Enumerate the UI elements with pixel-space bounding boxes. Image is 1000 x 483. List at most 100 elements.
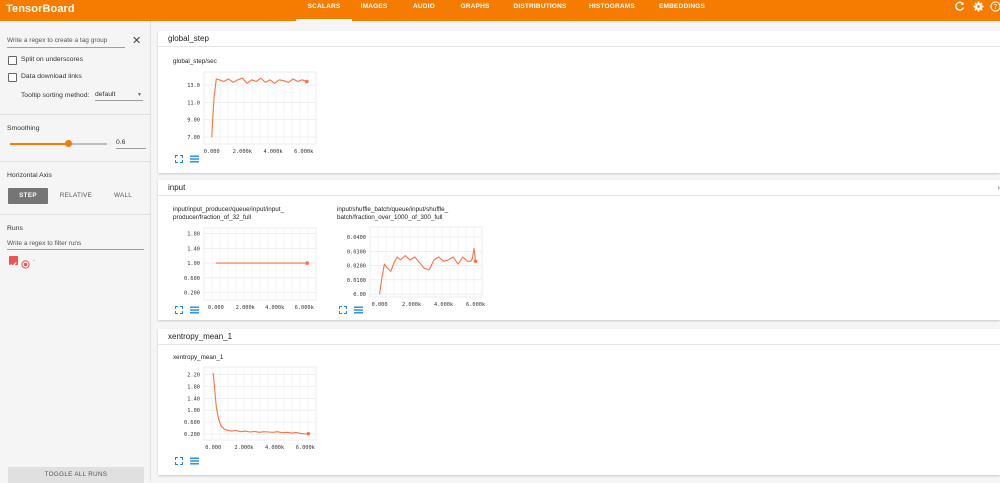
x-tick-label: 6.000k [296,445,316,451]
x-tick-label: 4.000k [263,149,283,155]
chart-card: input/shuffle_batch/queue/input/shuffle_… [337,205,507,317]
y-tick-label: 11.0 [187,100,200,106]
series-end-point [473,259,478,264]
divider [0,161,151,162]
x-tick-label: 6.000k [466,302,486,308]
x-tick-label: 4.000k [265,305,285,311]
split-label: Split on underscores [21,56,83,63]
run-color-radio[interactable] [21,256,30,269]
y-tick-label: 1.00 [187,261,200,267]
tag-group-input: input › input/input_producer/queue/input… [158,180,1000,320]
divider [0,214,151,215]
smoothing-slider[interactable] [10,140,107,147]
chart-card: input/input_producer/queue/input/input_ … [173,205,343,317]
group-title: global_step [168,34,209,43]
tab-scalars[interactable]: SCALARS [296,0,352,21]
x-tick-label: 0.000 [205,445,221,451]
runs-label: Runs [7,225,23,232]
tooltip-value: default [95,91,116,98]
series-end-point [306,431,311,436]
axis-relative-button[interactable]: RELATIVE [54,188,98,204]
tab-embeddings[interactable]: EMBEDDINGS [652,0,712,21]
horizontal-axis-label: Horizontal Axis [7,172,52,179]
x-tick-label: 6.000k [294,149,314,155]
y-tick-label: 0.0400 [347,235,366,241]
y-tick-label: 1.40 [187,246,200,252]
tag-group-global-step: global_step global_step/sec 7.00 9.00 11.0… [158,31,1000,173]
y-tick-label: 1.40 [187,396,200,402]
y-tick-label: 0.0200 [347,264,366,270]
x-tick-label: 0.000 [208,305,224,311]
run-name: . [33,256,35,263]
chart-title-line1: input/shuffle_batch/queue/input/shuffle_ [337,206,449,213]
chart-shuffle-batch-fraction[interactable]: 0.00 0.0100 0.0200 0.0300 0.0400 0.000 2.000k 4… [337,225,507,317]
app-title: TensorBoard [6,3,75,15]
y-tick-label: 1.00 [187,408,200,414]
tab-histograms[interactable]: HISTOGRAMS [584,0,640,21]
chart-title: global_step/sec [173,58,217,65]
top-bar: TensorBoard SCALARS IMAGES AUDIO GRAPHS … [0,0,1000,21]
x-tick-label: 2.000k [402,302,422,308]
split-checkbox[interactable] [8,56,17,65]
x-tick-label: 2.000k [234,445,254,451]
chart-input-producer-fraction[interactable]: 0.200 0.600 1.00 1.40 1.80 0.000 2.000k 4.000k 6… [173,225,343,317]
x-tick-label: 4.000k [265,445,285,451]
x-tick-label: 0.000 [372,302,388,308]
chart-title-line1: input/input_producer/queue/input/input_ [173,206,284,213]
chart-title-line2: producer/fraction_of_32_full [173,214,252,221]
chart-global-step-sec[interactable]: 7.00 9.00 11.0 13.0 0.000 2.000k 4.000k 6.000k [173,70,343,162]
y-tick-label: 7.00 [187,135,200,141]
divider [0,114,151,115]
group-title: input [168,183,186,192]
x-tick-label: 4.000k [434,302,454,308]
series-line [212,372,309,435]
chart-card: xentropy_mean_1 0.200 0.600 1.00 1.40 1.80 2.… [173,354,343,470]
runs-filter-input[interactable]: Write a regex to filter runs [7,240,144,250]
group-title: xentropy_mean_1 [168,332,233,341]
y-tick-label: 0.0300 [347,249,366,255]
chart-title: xentropy_mean_1 [173,354,224,361]
help-icon[interactable]: ? [990,1,1000,15]
y-tick-label: 1.80 [187,232,200,238]
y-tick-label: 0.200 [184,291,200,297]
svg-text:?: ? [994,3,998,11]
tab-distributions[interactable]: DISTRIBUTIONS [508,0,572,21]
refresh-icon[interactable] [954,1,965,15]
chart-card: global_step/sec 7.00 9.00 11.0 13.0 0.000 2.0… [173,56,343,168]
chart-title-line2: batch/fraction_over_1000_of_300_full [337,214,443,221]
close-icon[interactable]: ✕ [132,34,141,47]
series-line [211,77,307,138]
tab-audio[interactable]: AUDIO [404,0,444,21]
download-label: Data download links [21,73,82,80]
x-tick-label: 2.000k [233,149,253,155]
run-checkbox[interactable] [9,256,18,268]
smoothing-value[interactable]: 0.6 [116,139,146,149]
x-tick-label: 0.000 [204,149,220,155]
x-tick-label: 2.000k [236,305,256,311]
slider-knob[interactable] [64,140,72,147]
axis-wall-button[interactable]: WALL [104,188,142,204]
x-tick-label: 6.000k [295,305,315,311]
y-tick-label: 2.20 [187,372,200,378]
y-tick-label: 0.200 [184,432,200,438]
y-tick-label: 0.00 [353,292,366,298]
y-tick-label: 0.600 [184,420,200,426]
y-tick-label: 0.600 [184,276,200,282]
tooltip-select[interactable]: default ▼ [95,91,143,101]
group-header[interactable]: xentropy_mean_1 [158,329,1000,345]
group-header[interactable]: input › [158,180,1000,196]
slider-fill [10,143,69,145]
tab-images[interactable]: IMAGES [352,0,396,21]
chart-xentropy-mean[interactable]: 0.200 0.600 1.00 1.40 1.80 2.20 0.000 2.000k 4.0… [173,364,343,460]
sidebar: Write a regex to create a tag group ✕ Sp… [0,21,151,483]
y-tick-label: 1.80 [187,384,200,390]
download-checkbox[interactable] [8,73,17,82]
tooltip-label: Tooltip sorting method: [21,92,90,99]
y-tick-label: 9.00 [187,118,200,124]
settings-icon[interactable] [973,1,984,15]
tab-graphs[interactable]: GRAPHS [452,0,498,21]
smoothing-label: Smoothing [7,125,40,132]
group-header[interactable]: global_step [158,31,1000,47]
tag-regex-input[interactable]: Write a regex to create a tag group [7,37,125,48]
axis-step-button[interactable]: STEP [8,188,48,204]
